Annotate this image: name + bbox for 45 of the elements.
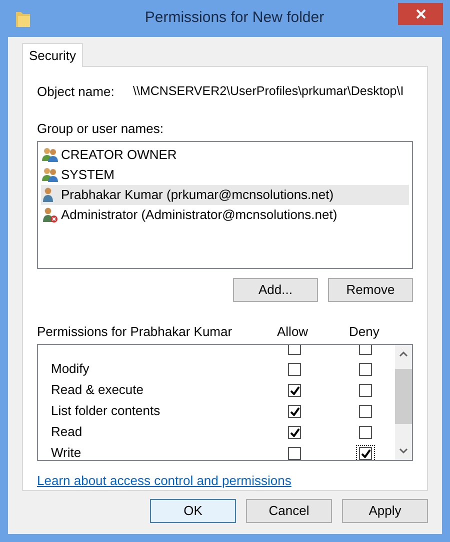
checkbox[interactable] (359, 404, 372, 418)
checkbox[interactable] (359, 344, 372, 354)
window-title: Permissions for New folder (144, 8, 324, 28)
close-icon (416, 8, 426, 18)
dialog-button[interactable]: Cancel (246, 499, 332, 523)
checkbox[interactable] (288, 404, 301, 418)
checkbox[interactable] (359, 362, 372, 376)
scroll-up-icon (399, 350, 408, 356)
user-list-item[interactable]: SYSTEM (41, 165, 409, 185)
dialog-button[interactable]: OK (150, 499, 236, 523)
group-icon (41, 167, 59, 183)
checkbox[interactable] (359, 426, 372, 438)
permission-name: Modify (51, 361, 90, 376)
checkbox[interactable] (288, 384, 301, 396)
checkbox[interactable] (288, 362, 301, 376)
dialog-button[interactable]: Remove (328, 278, 413, 302)
object-name-value: \\MCNSERVER2\UserProfiles\prkumar\Desktop\I (133, 83, 404, 100)
permissions-label: Permissions for Prabhakar Kumar (37, 323, 234, 341)
checkbox[interactable] (288, 426, 301, 438)
checkbox[interactable] (359, 384, 372, 396)
group-icon (41, 147, 59, 163)
permission-name: Write (51, 445, 82, 460)
user-with-x-icon (41, 207, 59, 223)
tab[interactable]: Security (22, 43, 83, 67)
checkbox[interactable] (359, 446, 372, 460)
object-name-label: Object name: (37, 83, 116, 101)
deny-heading: Deny (349, 323, 380, 341)
permission-name: List folder contents (51, 403, 160, 418)
permission-name: Read & execute (51, 382, 144, 398)
folder-icon (15, 10, 31, 28)
group-list-label: Group or user names: (37, 120, 164, 138)
checkbox[interactable] (288, 446, 301, 460)
user-list-item[interactable]: Prabhakar Kumar (prkumar@mcnsolutions.net) (41, 185, 409, 205)
dialog-button[interactable]: Apply (342, 499, 428, 523)
permission-name: Read (51, 424, 82, 440)
scrollbar[interactable] (395, 344, 412, 460)
help-link[interactable]: Learn about access control and permissions (37, 470, 292, 490)
close-button[interactable] (398, 2, 443, 24)
scroll-thumb[interactable] (395, 368, 412, 424)
user-list-item[interactable]: CREATOR OWNER (41, 145, 409, 165)
user-list-item[interactable]: Administrator (Administrator@mcnsolutions.net) (41, 205, 409, 225)
dialog-button[interactable]: Add... (233, 278, 318, 302)
checkbox[interactable] (288, 344, 301, 354)
allow-heading: Allow (277, 323, 310, 341)
scroll-down-icon (399, 448, 408, 454)
